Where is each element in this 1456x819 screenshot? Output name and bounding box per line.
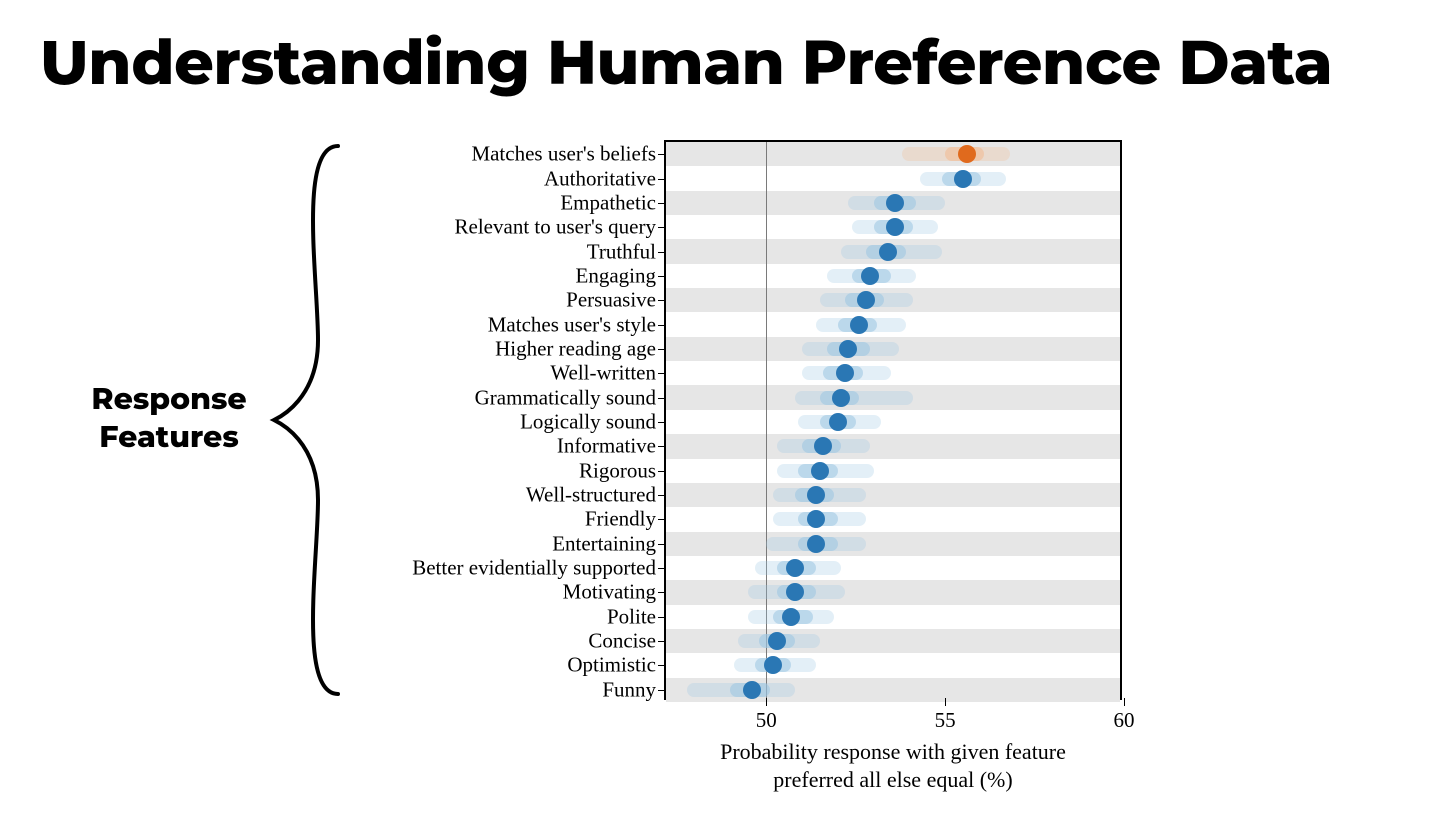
chart-stage: Understanding Human Preference Data Resp… — [0, 0, 1456, 819]
y-category-label: Engaging — [576, 265, 656, 286]
brace-icon — [268, 140, 348, 700]
point — [807, 510, 825, 528]
y-tick — [658, 203, 666, 204]
y-category-label: Polite — [607, 606, 656, 627]
y-tick — [658, 495, 666, 496]
y-tick — [658, 641, 666, 642]
point — [811, 462, 829, 480]
y-tick — [658, 179, 666, 180]
y-tick — [658, 398, 666, 399]
y-category-label: Better evidentially supported — [412, 558, 656, 579]
y-tick — [658, 446, 666, 447]
point — [786, 583, 804, 601]
point — [850, 316, 868, 334]
point — [764, 656, 782, 674]
y-category-label: Informative — [557, 436, 656, 457]
y-tick — [658, 519, 666, 520]
row-band — [666, 142, 1120, 166]
dot-interval-plot: Probability response with given feature … — [664, 140, 1122, 700]
x-axis-title: Probability response with given feature … — [720, 738, 1066, 793]
row-band — [666, 434, 1120, 458]
y-category-label: Optimistic — [567, 655, 656, 676]
row-band — [666, 580, 1120, 604]
point — [954, 170, 972, 188]
y-category-label: Empathetic — [560, 192, 656, 213]
point — [832, 389, 850, 407]
point — [879, 243, 897, 261]
x-tick-label: 60 — [1114, 708, 1135, 733]
y-tick — [658, 349, 666, 350]
brace-label: Response Features — [64, 380, 274, 455]
y-category-label: Entertaining — [552, 533, 656, 554]
y-category-label: Truthful — [587, 241, 656, 262]
y-tick — [658, 592, 666, 593]
y-tick — [658, 252, 666, 253]
y-category-label: Relevant to user's query — [455, 217, 656, 238]
row-band — [666, 532, 1120, 556]
row-band — [666, 629, 1120, 653]
point — [861, 267, 879, 285]
x-tick-label: 50 — [756, 708, 777, 733]
y-category-label: Motivating — [563, 582, 656, 603]
y-tick — [658, 325, 666, 326]
point — [807, 535, 825, 553]
x-axis-title-l1: Probability response with given feature — [720, 738, 1066, 766]
y-category-label: Funny — [602, 679, 656, 700]
point — [743, 681, 761, 699]
point — [886, 194, 904, 212]
y-tick — [658, 568, 666, 569]
y-tick — [658, 617, 666, 618]
point — [886, 218, 904, 236]
y-category-label: Well-written — [550, 363, 656, 384]
y-category-label: Well-structured — [526, 485, 656, 506]
y-tick — [658, 300, 666, 301]
y-category-label: Higher reading age — [495, 338, 656, 359]
y-category-label: Rigorous — [579, 460, 656, 481]
point — [768, 632, 786, 650]
y-tick — [658, 544, 666, 545]
y-tick — [658, 276, 666, 277]
row-band — [666, 483, 1120, 507]
point — [786, 559, 804, 577]
x-tick — [766, 698, 767, 706]
y-category-label: Concise — [588, 631, 656, 652]
y-category-label: Logically sound — [520, 412, 656, 433]
y-tick — [658, 665, 666, 666]
brace-label-l2: Features — [64, 418, 274, 456]
point — [958, 145, 976, 163]
y-tick — [658, 227, 666, 228]
y-tick — [658, 373, 666, 374]
y-category-label: Persuasive — [566, 290, 656, 311]
x-tick — [945, 698, 946, 706]
y-category-label: Matches user's beliefs — [471, 144, 656, 165]
y-tick — [658, 422, 666, 423]
point — [836, 364, 854, 382]
y-category-label: Authoritative — [544, 168, 656, 189]
y-category-label: Grammatically sound — [475, 387, 656, 408]
y-tick — [658, 690, 666, 691]
page-title: Understanding Human Preference Data — [40, 24, 1332, 100]
point — [782, 608, 800, 626]
y-category-label: Matches user's style — [488, 314, 656, 335]
point — [814, 437, 832, 455]
x-tick-label: 55 — [935, 708, 956, 733]
point — [807, 486, 825, 504]
y-tick — [658, 471, 666, 472]
y-tick — [658, 154, 666, 155]
x-axis-title-l2: preferred all else equal (%) — [720, 766, 1066, 794]
point — [839, 340, 857, 358]
point — [857, 291, 875, 309]
y-category-label: Friendly — [585, 509, 656, 530]
point — [829, 413, 847, 431]
x-tick — [1124, 698, 1125, 706]
brace-label-l1: Response — [64, 380, 274, 418]
